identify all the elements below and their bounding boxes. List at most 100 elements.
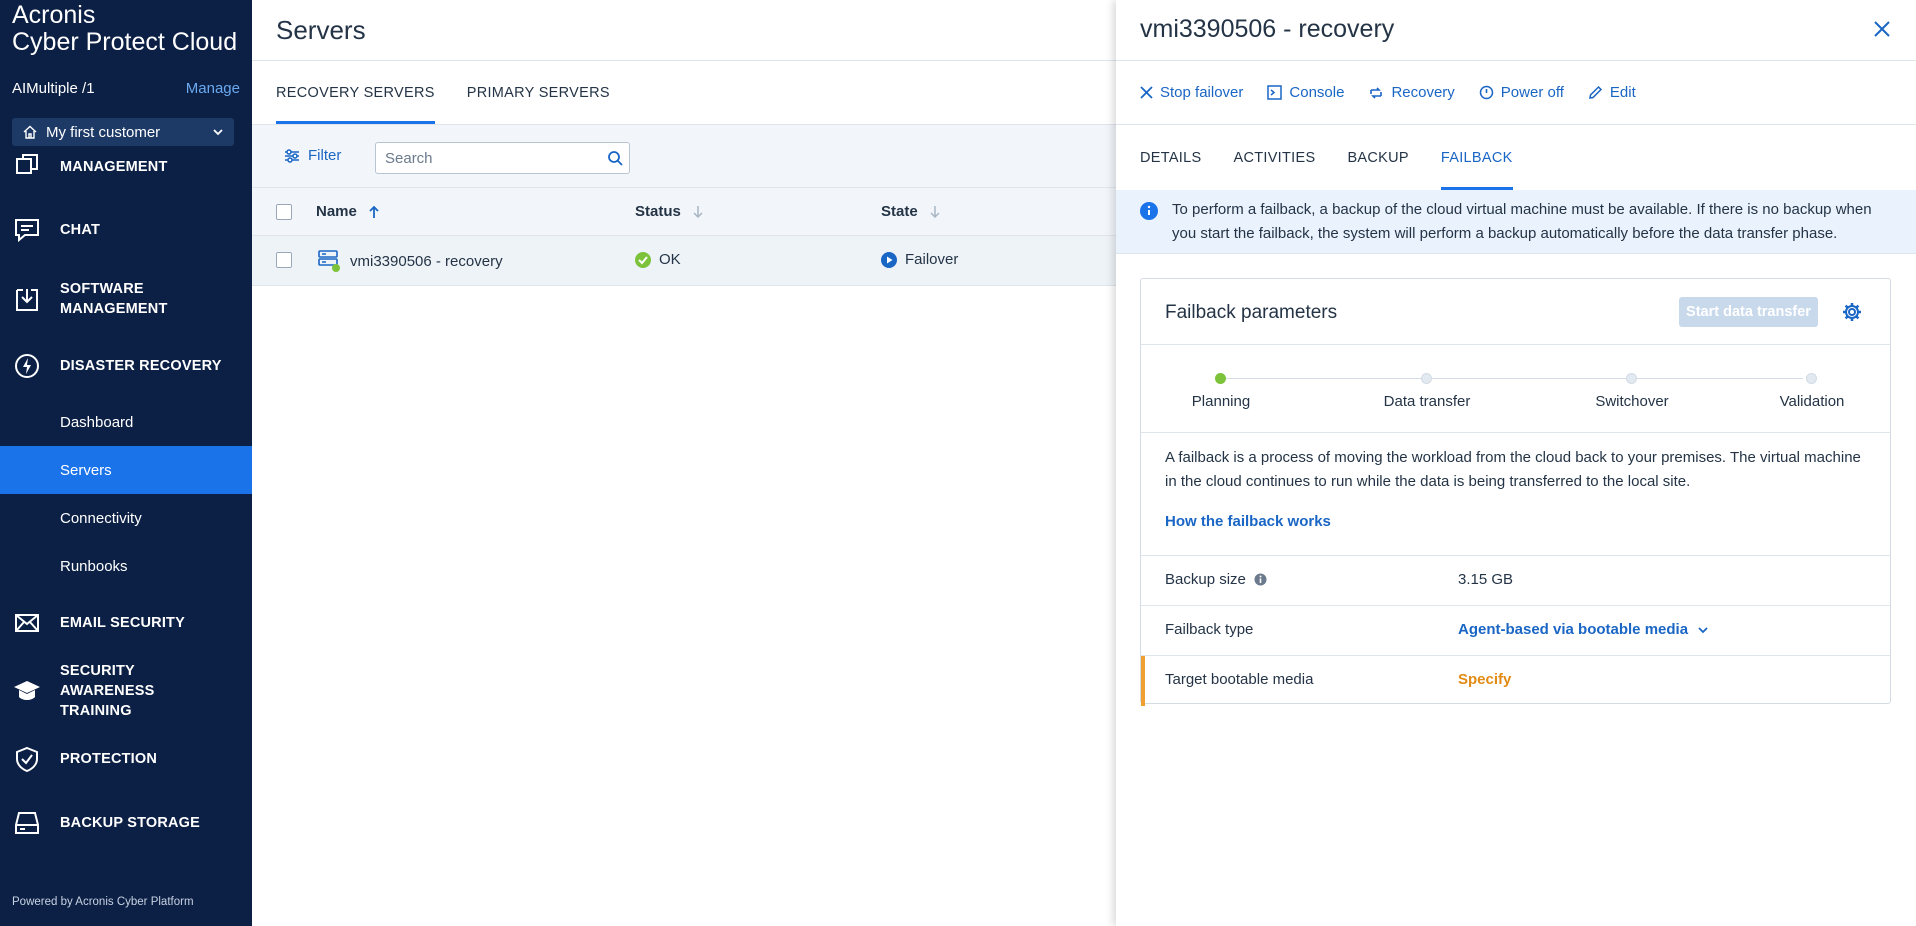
failback-description: A failback is a process of moving the wo…: [1165, 449, 1861, 490]
sort-descending-icon: [693, 205, 703, 218]
step-dot-validation: [1806, 373, 1817, 384]
column-header-label: Name: [316, 203, 357, 220]
column-header-name[interactable]: Name: [316, 203, 379, 220]
action-label: Edit: [1609, 84, 1636, 101]
panel-tabs: DETAILS ACTIVITIES BACKUP FAILBACK: [1140, 126, 1545, 190]
tab-failback[interactable]: FAILBACK: [1440, 126, 1513, 190]
tab-details[interactable]: DETAILS: [1140, 126, 1201, 190]
brand-line1: Acronis: [12, 1, 96, 29]
customer-selector[interactable]: My first customer: [12, 118, 234, 146]
power-off-button[interactable]: Power off: [1479, 84, 1564, 101]
sidebar-item-label: Runbooks: [60, 557, 128, 575]
cell-status: OK: [635, 251, 681, 268]
param-key-label: Backup size: [1165, 571, 1246, 588]
sidebar-item-label: Connectivity: [60, 509, 142, 527]
stop-failover-button[interactable]: Stop failover: [1140, 84, 1243, 101]
param-value: 3.15 GB: [1458, 571, 1514, 588]
sidebar-section-chat[interactable]: CHAT: [0, 219, 252, 243]
sidebar-item-connectivity[interactable]: Connectivity: [0, 494, 252, 542]
sort-descending-icon: [930, 205, 940, 218]
info-banner: To perform a failback, a backup of the c…: [1116, 190, 1916, 254]
console-icon: [1267, 85, 1283, 100]
panel-actions: Stop failover Console Recovery Power off…: [1140, 84, 1660, 101]
sidebar-item-label: Dashboard: [60, 413, 134, 431]
sidebar-section-backup-storage[interactable]: BACKUP STORAGE: [0, 812, 252, 834]
page-title: Servers: [276, 15, 366, 45]
filter-button[interactable]: Filter: [284, 147, 341, 164]
action-label: Power off: [1500, 84, 1564, 101]
sidebar-section-protection[interactable]: PROTECTION: [0, 746, 252, 773]
param-key: Backup size: [1165, 571, 1267, 588]
stepper-track: [1225, 378, 1803, 379]
sidebar-section-disaster-recovery[interactable]: DISASTER RECOVERY: [0, 354, 252, 378]
check-circle-icon: [635, 251, 651, 268]
info-icon[interactable]: [1254, 573, 1267, 586]
search-box: [375, 142, 630, 174]
param-key: Failback type: [1165, 621, 1254, 638]
edit-button[interactable]: Edit: [1588, 84, 1636, 101]
table-row[interactable]: vmi3390506 - recovery OK Failover: [252, 236, 1116, 286]
param-row-target-bootable-media: Target bootable media Specify: [1141, 656, 1890, 706]
sidebar-section-label: DISASTER RECOVERY: [60, 358, 222, 374]
detail-panel: vmi3390506 - recovery Stop failover Cons…: [1116, 0, 1916, 926]
gear-icon[interactable]: [1841, 301, 1863, 323]
tab-backup[interactable]: BACKUP: [1347, 126, 1408, 190]
column-header-label: State: [881, 203, 918, 220]
chevron-down-icon: [213, 129, 223, 136]
storage-icon: [15, 812, 39, 834]
row-checkbox[interactable]: [276, 252, 292, 268]
play-circle-icon: [881, 251, 897, 268]
step-dot-switchover: [1626, 373, 1637, 384]
tab-recovery-servers[interactable]: RECOVERY SERVERS: [276, 62, 435, 124]
cell-name: vmi3390506 - recovery: [316, 248, 503, 274]
failback-type-dropdown[interactable]: Agent-based via bootable media: [1458, 621, 1708, 638]
sidebar: Acronis Cyber Protect Cloud AIMultiple /…: [0, 0, 252, 926]
step-dot-planning: [1215, 373, 1226, 384]
chat-icon: [15, 219, 39, 243]
brand-logo[interactable]: Acronis Cyber Protect Cloud: [12, 2, 237, 56]
sidebar-section-email-security[interactable]: EMAIL SECURITY: [0, 613, 252, 633]
sidebar-section-label: MANAGEMENT: [60, 159, 168, 175]
divider: [1116, 124, 1916, 125]
sidebar-item-dashboard[interactable]: Dashboard: [0, 398, 252, 446]
column-header-status[interactable]: Status: [635, 203, 703, 220]
specify-link[interactable]: Specify: [1458, 671, 1511, 688]
recovery-button[interactable]: Recovery: [1368, 84, 1455, 101]
start-data-transfer-button[interactable]: Start data transfer: [1679, 297, 1818, 327]
sidebar-section-label: CHAT: [60, 222, 100, 238]
lightning-icon: [15, 354, 39, 378]
sidebar-section-management[interactable]: MANAGEMENT: [0, 154, 252, 177]
sidebar-section-label: PROTECTION: [60, 751, 158, 767]
step-label: Data transfer: [1383, 393, 1471, 410]
search-input[interactable]: [376, 143, 596, 173]
tab-primary-servers[interactable]: PRIMARY SERVERS: [467, 62, 610, 124]
select-all-checkbox[interactable]: [276, 204, 292, 220]
state-value: Failover: [905, 251, 959, 268]
column-header-label: Status: [635, 203, 681, 220]
main-tabs: RECOVERY SERVERS PRIMARY SERVERS: [276, 62, 642, 124]
sidebar-section-software-management[interactable]: SOFTWARE MANAGEMENT: [0, 278, 252, 320]
divider: [1141, 344, 1890, 345]
server-icon: [318, 250, 340, 272]
customer-selector-value: My first customer: [46, 123, 161, 141]
console-button[interactable]: Console: [1267, 84, 1344, 101]
step-label: Switchover: [1595, 393, 1669, 410]
step-label: Validation: [1779, 393, 1845, 410]
status-value: OK: [659, 251, 681, 268]
chevron-down-icon: [1698, 626, 1708, 633]
sidebar-item-runbooks[interactable]: Runbooks: [0, 542, 252, 590]
param-key: Target bootable media: [1165, 671, 1314, 688]
search-icon[interactable]: [607, 150, 623, 166]
how-failback-works-link[interactable]: How the failback works: [1165, 513, 1331, 530]
server-name: vmi3390506 - recovery: [350, 252, 503, 270]
tab-activities[interactable]: ACTIVITIES: [1233, 126, 1315, 190]
action-label: Recovery: [1391, 84, 1455, 101]
column-header-state[interactable]: State: [881, 203, 940, 220]
sidebar-section-security-awareness-training[interactable]: SECURITY AWARENESS TRAINING: [0, 663, 252, 719]
close-icon: [1140, 86, 1153, 99]
close-icon[interactable]: [1872, 19, 1892, 39]
management-icon: [16, 154, 38, 174]
info-text: To perform a failback, a backup of the c…: [1172, 201, 1872, 242]
manage-link[interactable]: Manage: [186, 80, 240, 97]
sidebar-item-servers[interactable]: Servers: [0, 446, 252, 494]
